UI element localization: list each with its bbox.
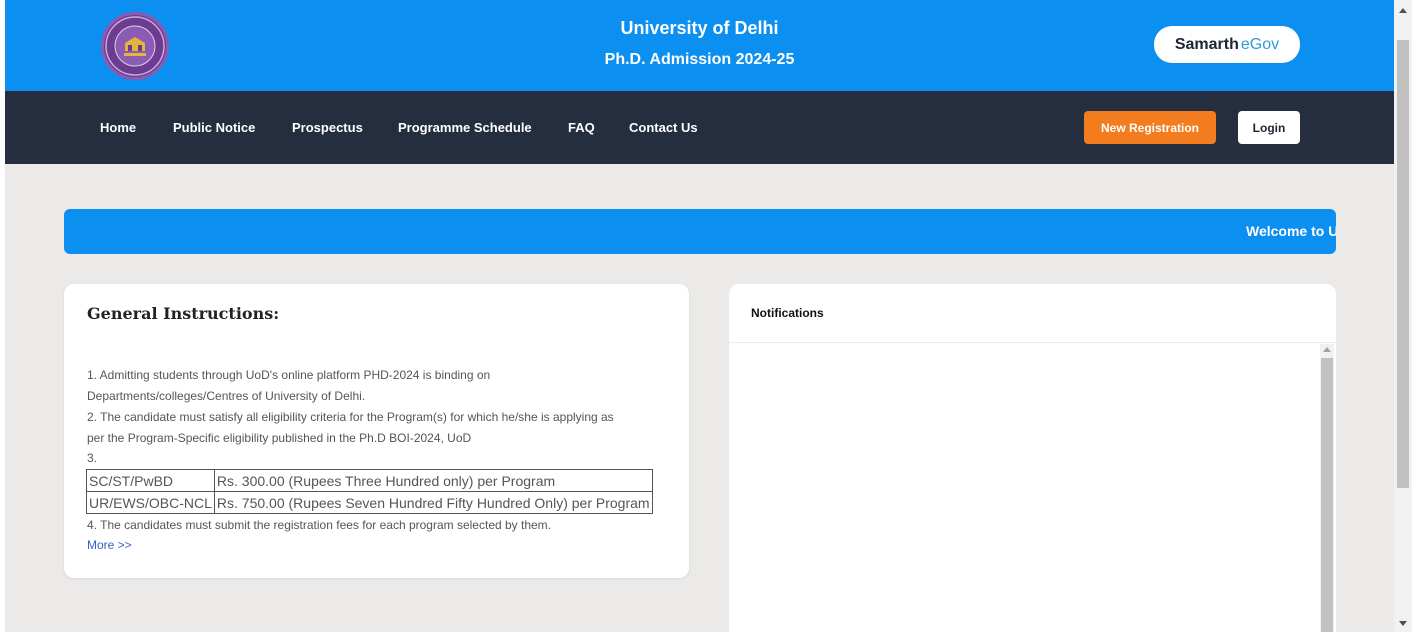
instruction-line: 3. [87, 451, 98, 465]
scroll-up-icon[interactable] [1399, 8, 1407, 13]
table-row: UR/EWS/OBC-NCL Rs. 750.00 (Rupees Seven … [86, 491, 653, 514]
scrollbar-thumb[interactable] [1321, 358, 1333, 632]
instruction-line: Departments/colleges/Centres of Universi… [87, 389, 366, 403]
fee-table: SC/ST/PwBD Rs. 300.00 (Rupees Three Hund… [86, 469, 653, 514]
nav-programme-schedule[interactable]: Programme Schedule [398, 120, 532, 135]
instruction-line: 1. Admitting students through UoD's onli… [87, 368, 491, 382]
site-header: University of Delhi Ph.D. Admission 2024… [5, 0, 1394, 91]
scroll-down-icon[interactable] [1399, 621, 1407, 626]
notifications-scrollbar[interactable] [1320, 344, 1334, 632]
nav-contact-us[interactable]: Contact Us [629, 120, 698, 135]
scrollbar-thumb[interactable] [1397, 40, 1409, 488]
instruction-line: 4. The candidates must submit the regist… [87, 518, 552, 532]
nav-prospectus[interactable]: Prospectus [292, 120, 363, 135]
new-registration-button[interactable]: New Registration [1084, 111, 1216, 144]
scroll-up-icon[interactable] [1323, 347, 1331, 352]
fee-amount: Rs. 750.00 (Rupees Seven Hundred Fifty H… [213, 491, 653, 514]
fee-category: UR/EWS/OBC-NCL [86, 491, 215, 514]
instructions-title: General Instructions: [87, 304, 280, 323]
divider [729, 342, 1336, 343]
login-button[interactable]: Login [1238, 111, 1300, 144]
page-scrollbar[interactable] [1394, 0, 1412, 632]
more-link[interactable]: More >> [87, 538, 132, 552]
instruction-line: per the Program-Specific eligibility pub… [87, 431, 472, 445]
main-navbar: Home Public Notice Prospectus Programme … [5, 91, 1394, 164]
fee-category: SC/ST/PwBD [86, 469, 215, 492]
instruction-line: 2. The candidate must satisfy all eligib… [87, 410, 614, 424]
general-instructions-card: General Instructions: 1. Admitting stude… [64, 284, 689, 578]
welcome-marquee: Welcome to U [64, 209, 1336, 254]
table-row: SC/ST/PwBD Rs. 300.00 (Rupees Three Hund… [86, 469, 653, 492]
nav-public-notice[interactable]: Public Notice [173, 120, 255, 135]
notifications-card: Notifications [729, 284, 1336, 632]
marquee-text: Welcome to U [1246, 223, 1336, 239]
brand-samarth: Samarth [1174, 35, 1239, 53]
notifications-title: Notifications [751, 306, 824, 320]
samarth-egov-logo[interactable]: Samarth eGov [1154, 26, 1300, 63]
nav-faq[interactable]: FAQ [568, 120, 595, 135]
nav-home[interactable]: Home [100, 120, 136, 135]
fee-amount: Rs. 300.00 (Rupees Three Hundred only) p… [213, 469, 653, 492]
brand-egov: eGov [1240, 35, 1280, 53]
